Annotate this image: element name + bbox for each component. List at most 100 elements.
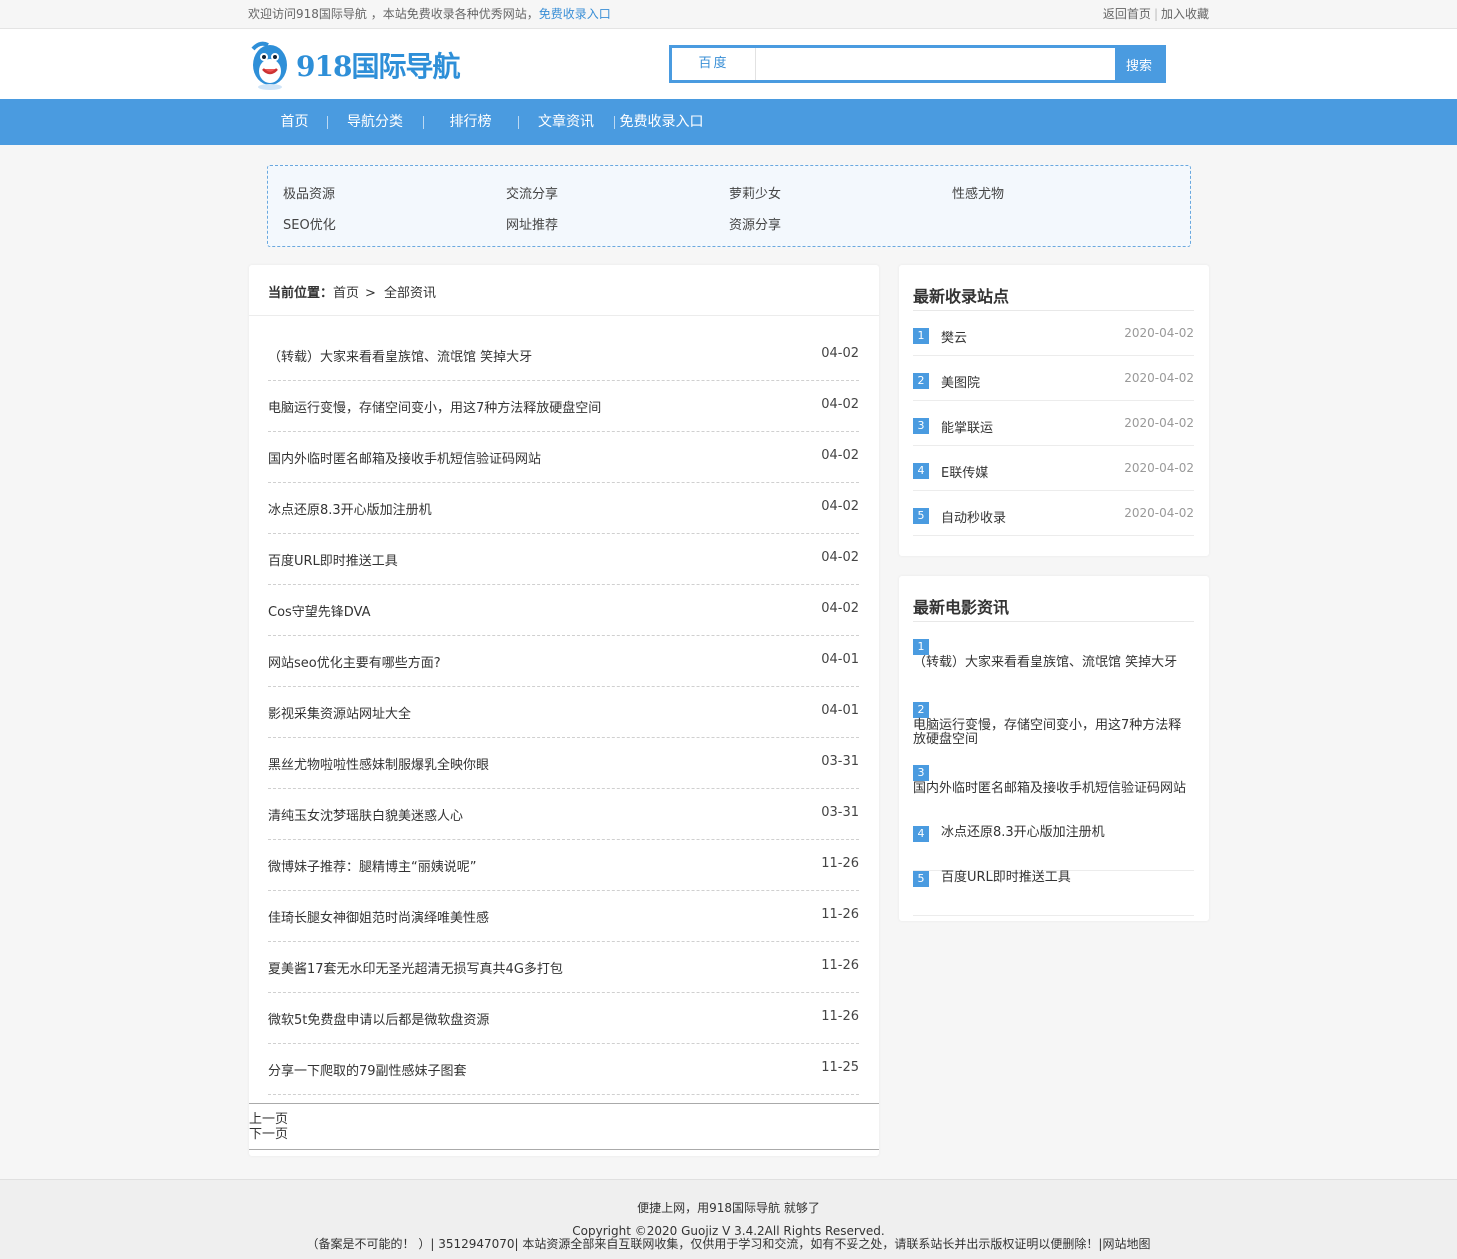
article-row[interactable]: 国内外临时匿名邮箱及接收手机短信验证码网站 04-02	[268, 432, 859, 483]
article-date: 04-02	[821, 448, 859, 463]
nav-categories[interactable]: 导航分类	[327, 99, 423, 145]
article-row[interactable]: 黑丝尤物啦啦性感妹制服爆乳全映你眼 03-31	[268, 738, 859, 789]
article-title[interactable]: 微博妹子推荐：腿精博主“丽姨说呢”	[268, 856, 476, 875]
site-name[interactable]: 自动秒收录	[941, 507, 1006, 526]
article-date: 11-25	[821, 1060, 859, 1075]
site-name[interactable]: 美图院	[941, 372, 980, 391]
footer: 便捷上网，用918国际导航 就够了 Copyright ©2020 Guojiz…	[0, 1179, 1457, 1259]
article-title[interactable]: Cos守望先锋DVA	[268, 601, 371, 620]
article-title[interactable]: 电脑运行变慢，存储空间变小，用这7种方法释放硬盘空间	[268, 397, 601, 416]
search-box: 百度 搜索	[669, 45, 1166, 83]
top-bar: 欢迎访问918国际导航 ，本站免费收录各种优秀网站，免费收录入口 返回首页 | 加入…	[0, 0, 1457, 29]
category-link[interactable]: 交流分享	[506, 183, 558, 202]
article-date: 03-31	[821, 805, 859, 820]
latest-sites-panel: 最新收录站点 1 樊云 2020-04-02 2 美图院 2020-04-02 3 能掌联运 2…	[899, 265, 1209, 556]
category-link[interactable]: 网址推荐	[506, 214, 558, 233]
article-row[interactable]: 佳琦长腿女神御姐范时尚演绎唯美性感 11-26	[268, 891, 859, 942]
search-button[interactable]: 搜索	[1115, 48, 1163, 80]
article-title[interactable]: 清纯玉女沈梦瑶肤白貌美迷惑人心	[268, 805, 463, 824]
news-item[interactable]: 2 电脑运行变慢，存储空间变小，用这7种方法释放硬盘空间	[913, 702, 1194, 747]
article-title[interactable]: 国内外临时匿名邮箱及接收手机短信验证码网站	[268, 448, 541, 467]
footer-info: Copyright ©2020 Guojiz V 3.4.2All Rights…	[0, 1225, 1457, 1251]
main-nav: 首页 导航分类 排行榜 文章资讯 免费收录入口	[0, 99, 1457, 145]
site-name[interactable]: 能掌联运	[941, 417, 993, 436]
article-date: 11-26	[821, 1009, 859, 1024]
category-link[interactable]: SEO优化	[283, 214, 336, 233]
article-row[interactable]: 冰点还原8.3开心版加注册机 04-02	[268, 483, 859, 534]
site-item[interactable]: 2 美图院 2020-04-02	[913, 356, 1194, 401]
article-title[interactable]: 微软5t免费盘申请以后都是微软盘资源	[268, 1009, 489, 1028]
site-name[interactable]: 樊云	[941, 327, 967, 346]
article-date: 03-31	[821, 754, 859, 769]
nav-articles[interactable]: 文章资讯	[518, 99, 614, 145]
site-item[interactable]: 5 自动秒收录 2020-04-02	[913, 491, 1194, 536]
rank-number: 1	[913, 639, 929, 655]
search-engine-select[interactable]: 百度	[672, 48, 756, 80]
site-date: 2020-04-02	[1124, 506, 1194, 520]
prev-page-link[interactable]: 上一页	[249, 1112, 879, 1127]
article-row[interactable]: 电脑运行变慢，存储空间变小，用这7种方法释放硬盘空间 04-02	[268, 381, 859, 432]
article-title[interactable]: 冰点还原8.3开心版加注册机	[268, 499, 432, 518]
article-row[interactable]: Cos守望先锋DVA 04-02	[268, 585, 859, 636]
nav-ranking[interactable]: 排行榜	[423, 99, 518, 145]
breadcrumb: 当前位置：首页 > 全部资讯	[249, 265, 879, 316]
rank-number: 3	[913, 418, 929, 434]
site-item[interactable]: 3 能掌联运 2020-04-02	[913, 401, 1194, 446]
article-list: （转载）大家来看看皇族馆、流氓馆 笑掉大牙 04-02 电脑运行变慢，存储空间变小，…	[268, 330, 859, 1095]
site-item[interactable]: 1 樊云 2020-04-02	[913, 311, 1194, 356]
article-row[interactable]: 微软5t免费盘申请以后都是微软盘资源 11-26	[268, 993, 859, 1044]
site-name[interactable]: E联传媒	[941, 462, 988, 481]
news-item[interactable]: 4 冰点还原8.3开心版加注册机	[913, 826, 1194, 871]
article-row[interactable]: （转载）大家来看看皇族馆、流氓馆 笑掉大牙 04-02	[268, 330, 859, 381]
category-link[interactable]: 极品资源	[283, 183, 335, 202]
rank-number: 1	[913, 328, 929, 344]
news-item[interactable]: 3 国内外临时匿名邮箱及接收手机短信验证码网站	[913, 765, 1194, 796]
breadcrumb-label: 当前位置：	[268, 286, 334, 301]
site-date: 2020-04-02	[1124, 461, 1194, 475]
article-row[interactable]: 清纯玉女沈梦瑶肤白貌美迷惑人心 03-31	[268, 789, 859, 840]
search-input[interactable]	[756, 48, 1115, 80]
category-link[interactable]: 性感尤物	[952, 183, 1004, 202]
breadcrumb-home[interactable]: 首页	[333, 286, 359, 301]
nav-home[interactable]: 首页	[263, 99, 326, 145]
site-date: 2020-04-02	[1124, 326, 1194, 340]
next-page-link[interactable]: 下一页	[249, 1127, 879, 1142]
news-title: 电脑运行变慢，存储空间变小，用这7种方法释放硬盘空间	[913, 718, 1182, 747]
site-logo[interactable]: 918国际导航	[248, 37, 460, 93]
breadcrumb-current: 全部资讯	[383, 286, 436, 301]
header: 918国际导航 百度 搜索	[0, 29, 1457, 99]
breadcrumb-arrow: >	[365, 286, 376, 301]
article-row[interactable]: 分享一下爬取的79副性感妹子图套 11-25	[268, 1044, 859, 1095]
latest-sites-title: 最新收录站点	[913, 287, 1010, 306]
footer-slogan: 便捷上网，用918国际导航 就够了	[637, 1201, 820, 1215]
add-favorite-link[interactable]: 加入收藏	[1161, 7, 1209, 21]
article-row[interactable]: 微博妹子推荐：腿精博主“丽姨说呢” 11-26	[268, 840, 859, 891]
article-title[interactable]: 影视采集资源站网址大全	[268, 703, 411, 722]
site-item[interactable]: 4 E联传媒 2020-04-02	[913, 446, 1194, 491]
article-title[interactable]: 百度URL即时推送工具	[268, 550, 398, 569]
nav-free-submit[interactable]: 免费收录入口	[614, 99, 709, 145]
article-date: 11-26	[821, 856, 859, 871]
free-submit-link[interactable]: 免费收录入口	[539, 7, 611, 21]
article-title[interactable]: 网站seo优化主要有哪些方面?	[268, 652, 441, 671]
article-title[interactable]: 夏美酱17套无水印无圣光超清无损写真共4G多打包	[268, 958, 563, 977]
article-row[interactable]: 夏美酱17套无水印无圣光超清无损写真共4G多打包 11-26	[268, 942, 859, 993]
article-row[interactable]: 影视采集资源站网址大全 04-01	[268, 687, 859, 738]
category-link[interactable]: 萝莉少女	[729, 183, 781, 202]
category-link[interactable]: 资源分享	[729, 214, 781, 233]
article-date: 04-02	[821, 346, 859, 361]
article-title[interactable]: （转载）大家来看看皇族馆、流氓馆 笑掉大牙	[268, 346, 532, 365]
article-list-panel: 当前位置：首页 > 全部资讯 （转载）大家来看看皇族馆、流氓馆 笑掉大牙 04-02 电…	[249, 265, 879, 1156]
news-item[interactable]: 1 （转载）大家来看看皇族馆、流氓馆 笑掉大牙	[913, 639, 1194, 670]
news-item[interactable]: 5 百度URL即时推送工具	[913, 871, 1194, 916]
article-title[interactable]: 分享一下爬取的79副性感妹子图套	[268, 1060, 467, 1079]
dolphin-logo-icon	[251, 41, 287, 90]
article-row[interactable]: 百度URL即时推送工具 04-02	[268, 534, 859, 585]
back-home-link[interactable]: 返回首页	[1103, 7, 1151, 21]
article-row[interactable]: 网站seo优化主要有哪些方面? 04-01	[268, 636, 859, 687]
article-title[interactable]: 佳琦长腿女神御姐范时尚演绎唯美性感	[268, 907, 489, 926]
article-title[interactable]: 黑丝尤物啦啦性感妹制服爆乳全映你眼	[268, 754, 489, 773]
article-date: 11-26	[821, 907, 859, 922]
rank-number: 2	[913, 702, 929, 718]
rank-number: 5	[913, 871, 929, 887]
